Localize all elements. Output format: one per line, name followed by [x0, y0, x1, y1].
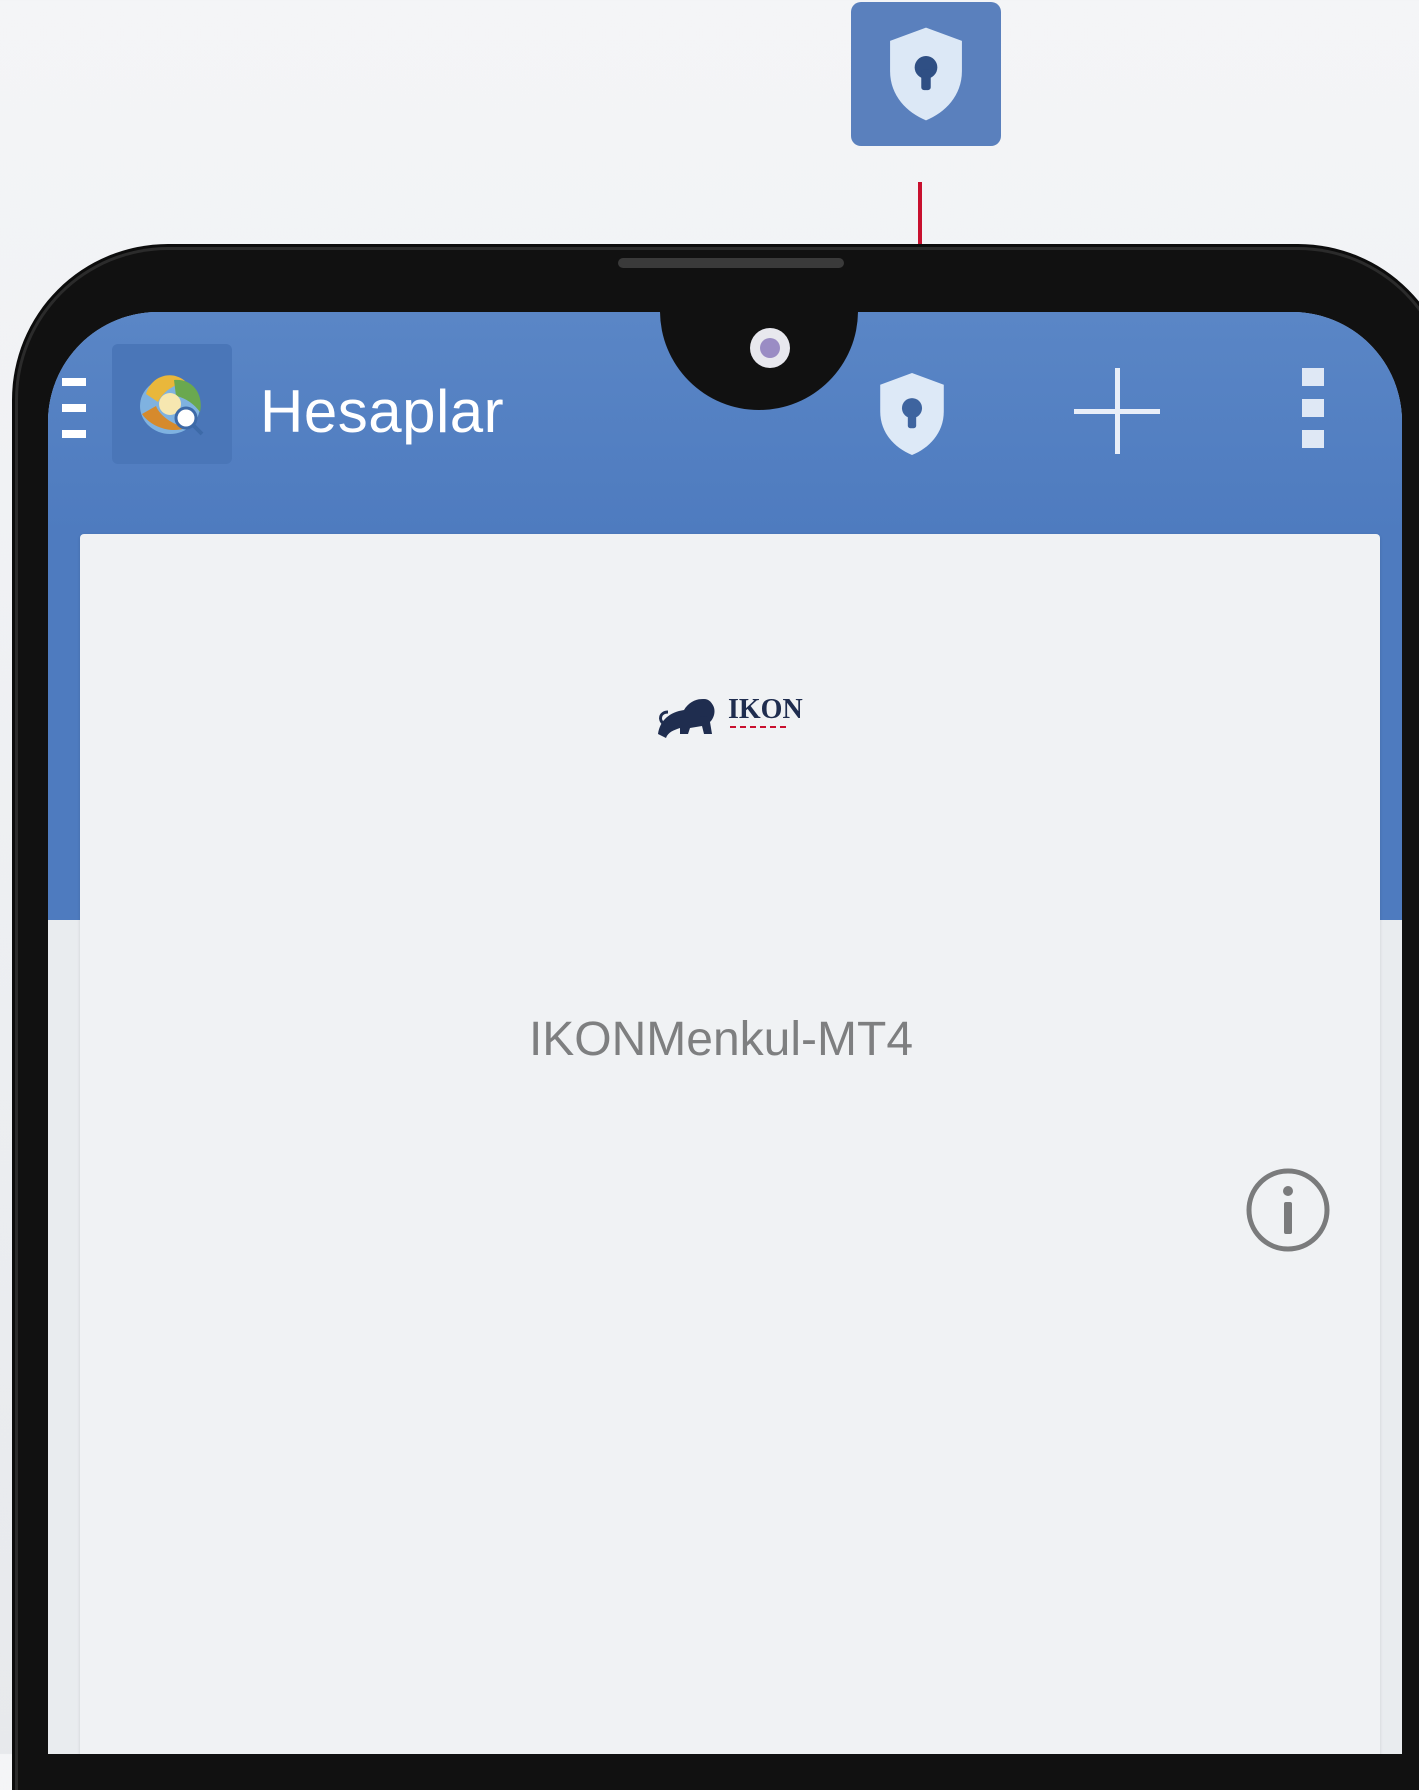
security-button[interactable]: [870, 368, 954, 460]
front-camera: [750, 328, 790, 368]
hamburger-icon[interactable]: [62, 378, 86, 438]
server-name: IKONMenkul-MT4: [528, 1013, 914, 1066]
svg-text:IKON: IKON: [728, 694, 803, 725]
info-icon: [1246, 1168, 1330, 1252]
security-callout: [851, 2, 1001, 146]
account-info-button[interactable]: [1244, 1166, 1332, 1254]
metatrader-logo: [112, 344, 232, 464]
shield-keyhole-icon: [880, 373, 944, 455]
plus-icon: [1074, 368, 1160, 454]
account-card[interactable]: IKON IKONMenkul-MT4: [80, 534, 1380, 1754]
shield-keyhole-icon: [890, 27, 962, 121]
phone-screen: Hesaplar IKON IKONMenkul-MT4: [48, 312, 1402, 1754]
add-account-button[interactable]: [1074, 368, 1160, 454]
page-title: Hesaplar: [260, 378, 505, 445]
broker-logo: IKON: [650, 684, 820, 746]
phone-speaker: [618, 258, 844, 268]
more-vertical-icon[interactable]: [1302, 368, 1326, 448]
